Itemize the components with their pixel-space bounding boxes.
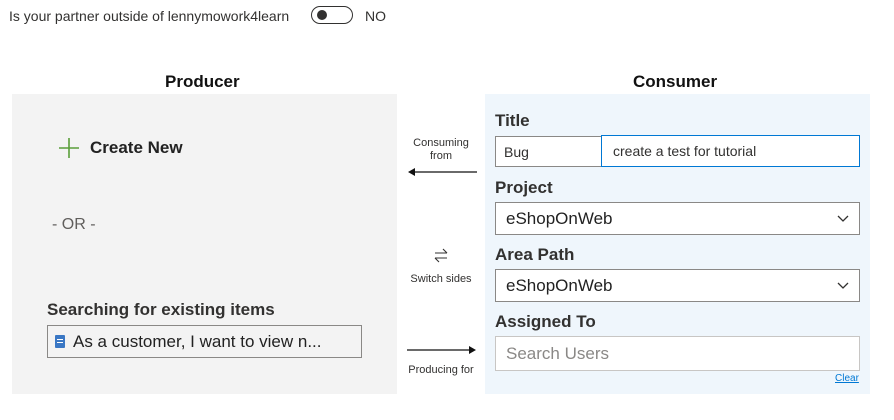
arrow-right-icon [407,346,476,354]
work-item-type-field[interactable]: Bug [495,136,602,167]
work-item-icon [55,335,65,348]
create-new-button[interactable]: Create New [58,137,183,159]
partner-question-label: Is your partner outside of lennymowork4l… [9,8,290,24]
or-separator: - OR - [52,216,96,233]
project-label: Project [495,178,553,197]
search-existing-heading: Searching for existing items [47,300,275,319]
producer-heading: Producer [165,72,240,91]
title-input[interactable] [601,135,860,167]
partner-outside-toggle[interactable] [311,6,353,24]
toggle-state-label: NO [365,8,386,24]
title-label: Title [495,111,530,130]
clear-link[interactable]: Clear [835,373,859,384]
consuming-from-label: Consuming from [413,137,469,162]
plus-icon [59,138,79,158]
toggle-knob [317,10,327,20]
swap-arrows-icon[interactable] [432,247,450,263]
project-value: eShopOnWeb [506,208,613,228]
consumer-heading: Consumer [633,72,718,91]
chevron-down-icon [837,282,849,289]
arrow-left-icon [408,168,477,176]
producing-for-label: Producing for [408,364,474,376]
chevron-down-icon [837,215,849,222]
area-path-dropdown[interactable]: eShopOnWeb [495,269,860,302]
area-path-label: Area Path [495,245,575,264]
create-new-label: Create New [90,138,183,157]
search-users-input[interactable] [495,336,860,371]
project-dropdown[interactable]: eShopOnWeb [495,202,860,235]
assigned-to-label: Assigned To [495,312,596,331]
area-path-value: eShopOnWeb [506,275,613,295]
existing-item-title: As a customer, I want to view n... [73,331,322,351]
switch-sides-label[interactable]: Switch sides [401,273,481,286]
existing-item-result[interactable]: As a customer, I want to view n... [47,325,362,358]
